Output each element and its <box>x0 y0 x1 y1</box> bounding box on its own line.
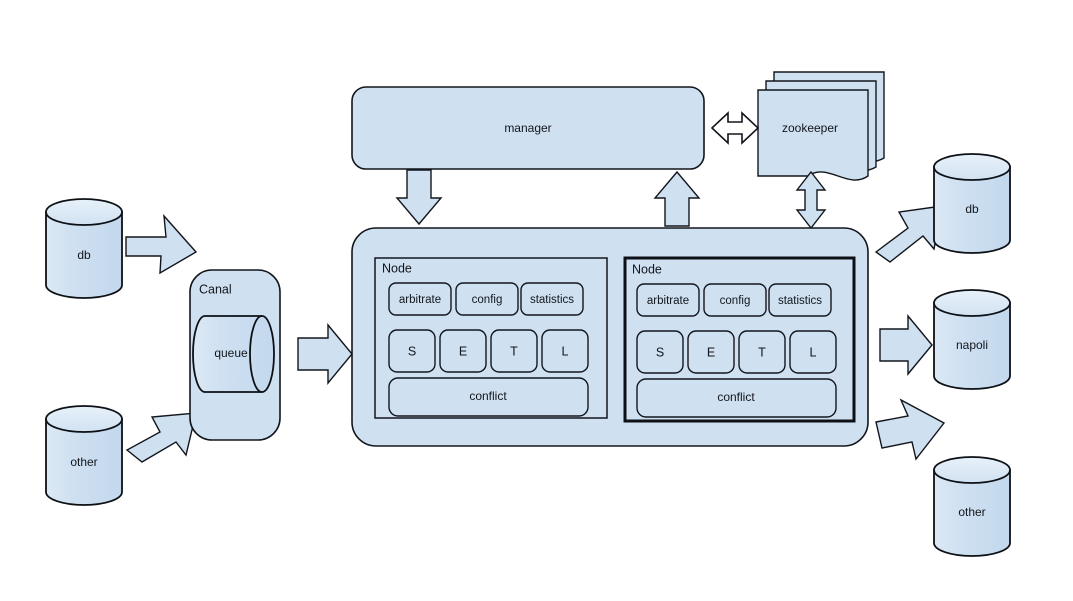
node-2-conflict: conflict <box>636 378 837 418</box>
manager-box: manager <box>351 86 705 170</box>
canal-label: Canal <box>199 282 232 296</box>
node-2-conflict-label: conflict <box>717 390 755 404</box>
arrow-nodes-to-db <box>874 205 943 263</box>
architecture-diagram: db other Canal queue manager zookeeper N… <box>0 0 1073 601</box>
node-2-stage-t: T <box>758 345 766 359</box>
canal-queue-cylinder: queue <box>192 315 275 393</box>
node-2-service-arbitrate: arbitrate <box>647 295 689 307</box>
target-napoli-label: napoli <box>956 338 988 352</box>
arrow-nodes-to-other <box>875 398 946 461</box>
target-napoli-cylinder: napoli <box>933 289 1011 390</box>
node-1-stage-e: E <box>459 344 467 358</box>
zookeeper-stack: zookeeper <box>757 71 885 181</box>
node-1-service-statistics: statistics <box>530 294 574 306</box>
node-2-service-statistics: statistics <box>778 295 822 307</box>
node-2-stage-s: S <box>656 345 664 359</box>
node-1-label: Node <box>382 261 412 275</box>
source-db-label: db <box>77 248 91 262</box>
arrow-manager-zookeeper <box>710 111 760 145</box>
arrow-canal-to-nodes <box>297 323 353 385</box>
manager-label: manager <box>504 121 551 135</box>
node-2-stage-l: L <box>810 345 817 359</box>
node-2-services: arbitrate config statistics <box>636 283 832 317</box>
node-1-stage-s: S <box>408 344 416 358</box>
target-other-cylinder: other <box>933 456 1011 557</box>
arrow-manager-to-nodes <box>395 169 443 226</box>
node-1-service-arbitrate: arbitrate <box>399 294 441 306</box>
source-other-label: other <box>70 455 97 469</box>
node-1-stage-l: L <box>562 344 569 358</box>
arrow-nodes-to-manager <box>653 170 701 227</box>
canal-queue-label: queue <box>214 346 248 360</box>
arrow-other-to-canal <box>125 412 197 463</box>
canal-container: Canal queue <box>189 269 281 441</box>
node-1-conflict-label: conflict <box>469 389 507 403</box>
target-db-cylinder: db <box>933 153 1011 254</box>
node-1-conflict: conflict <box>388 377 589 417</box>
zookeeper-label: zookeeper <box>782 121 838 135</box>
arrow-db-to-canal <box>125 213 198 275</box>
target-db-label: db <box>965 202 979 216</box>
node-1-stage-t: T <box>510 344 518 358</box>
arrow-nodes-to-napoli <box>879 314 933 376</box>
source-db-cylinder: db <box>45 198 123 299</box>
node-1-services: arbitrate config statistics <box>388 282 584 316</box>
source-other-cylinder: other <box>45 405 123 506</box>
node-1-service-config: config <box>472 294 503 306</box>
node-2-service-config: config <box>720 295 751 307</box>
target-other-label: other <box>958 505 985 519</box>
arrow-zookeeper-nodes <box>795 170 827 230</box>
node-2-stage-e: E <box>707 345 715 359</box>
node-2-label: Node <box>632 262 662 276</box>
